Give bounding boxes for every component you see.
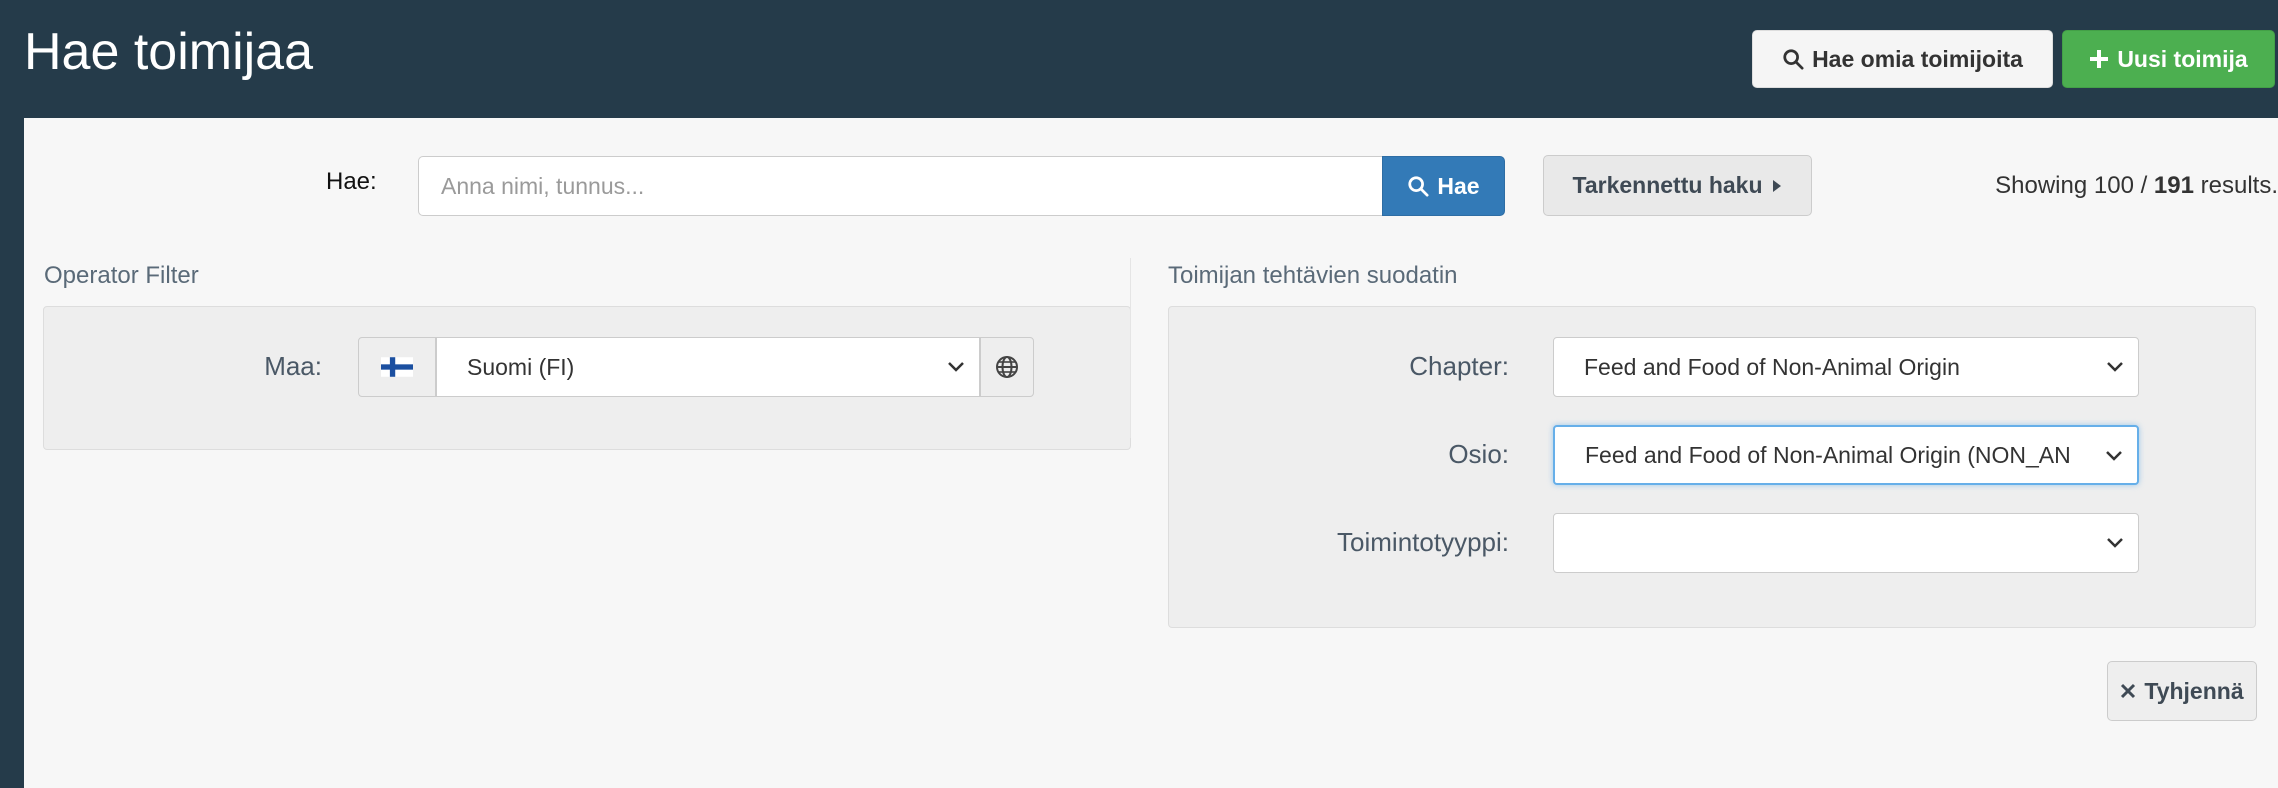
section-select-value: Feed and Food of Non-Animal Origin (NON_…: [1585, 441, 2071, 468]
search-button[interactable]: Hae: [1382, 156, 1505, 216]
chapter-label: Chapter:: [1409, 351, 1509, 381]
clear-button[interactable]: Tyhjennä: [2107, 661, 2257, 721]
operator-filter-box: Maa: Suomi (FI): [43, 306, 1131, 450]
advanced-search-label: Tarkennettu haku: [1572, 172, 1763, 198]
caret-right-icon: [1772, 179, 1781, 192]
search-own-operators-label: Hae omia toimijoita: [1812, 45, 2023, 72]
chapter-select[interactable]: Feed and Food of Non-Animal Origin: [1553, 337, 2139, 397]
flag-addon: [358, 337, 436, 397]
task-filter-title: Toimijan tehtävien suodatin: [1168, 262, 1458, 289]
country-label: Maa:: [264, 351, 322, 381]
search-label: Hae:: [326, 168, 377, 195]
globe-button[interactable]: [980, 337, 1034, 397]
search-own-operators-button[interactable]: Hae omia toimijoita: [1752, 30, 2053, 88]
search-panel: Hae: Hae Tarkennettu haku Showing 100 / …: [24, 118, 2278, 788]
column-divider: [1130, 258, 1131, 438]
results-total: 191: [2153, 172, 2194, 199]
clear-button-label: Tyhjennä: [2144, 677, 2244, 704]
new-operator-button[interactable]: Uusi toimija: [2062, 30, 2275, 88]
activity-type-label: Toimintotyyppi:: [1337, 527, 1509, 557]
finland-flag-icon: [381, 357, 413, 377]
section-select[interactable]: Feed and Food of Non-Animal Origin (NON_…: [1553, 425, 2139, 485]
operator-filter-title: Operator Filter: [44, 262, 199, 289]
globe-icon: [996, 356, 1018, 378]
chapter-select-value: Feed and Food of Non-Animal Origin: [1584, 353, 1960, 380]
page-title: Hae toimijaa: [24, 23, 314, 81]
plus-icon: [2090, 50, 2109, 68]
chevron-down-icon: [2107, 362, 2123, 372]
chevron-down-icon: [948, 362, 964, 372]
search-icon: [1408, 176, 1429, 197]
chevron-down-icon: [2107, 538, 2123, 548]
country-select[interactable]: Suomi (FI): [436, 337, 980, 397]
search-input[interactable]: [418, 156, 1382, 216]
section-label: Osio:: [1448, 439, 1509, 469]
chevron-down-icon: [2106, 451, 2122, 461]
country-select-value: Suomi (FI): [467, 353, 575, 380]
search-icon: [1783, 49, 1804, 70]
results-count: Showing 100 / 191 results.: [1948, 172, 2278, 200]
results-suffix: results.: [2193, 172, 2278, 199]
new-operator-label: Uusi toimija: [2117, 45, 2248, 72]
advanced-search-button[interactable]: Tarkennettu haku: [1543, 155, 1812, 216]
task-filter-box: Chapter: Feed and Food of Non-Animal Ori…: [1168, 306, 2256, 628]
close-icon: [2121, 683, 2136, 699]
results-prefix: Showing 100 /: [1995, 172, 2154, 199]
search-button-label: Hae: [1437, 172, 1480, 199]
activity-type-select[interactable]: [1553, 513, 2139, 573]
